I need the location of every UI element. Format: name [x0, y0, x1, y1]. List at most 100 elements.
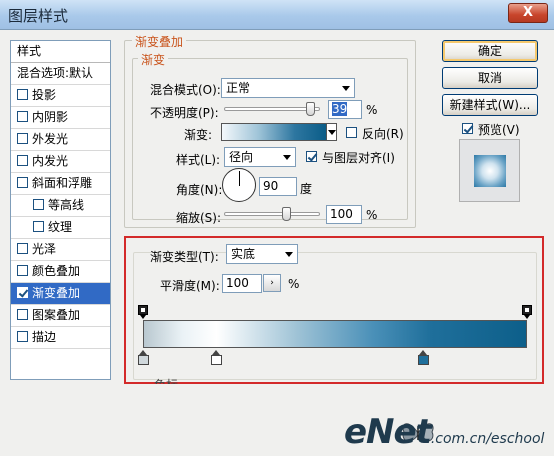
watermark-brand: eNet — [344, 412, 432, 452]
gradient-bar[interactable] — [143, 320, 527, 348]
styles-list-item-label: 渐变叠加 — [32, 286, 81, 300]
style-preview-swatch — [474, 155, 506, 187]
blend-mode-select[interactable]: 正常 — [221, 78, 355, 98]
style-enable-checkbox[interactable] — [17, 331, 28, 342]
styles-list-item[interactable]: 颜色叠加 — [11, 261, 110, 283]
scale-unit: % — [366, 208, 378, 222]
align-layer-checkbox[interactable] — [306, 151, 317, 162]
scale-input[interactable]: 100 — [326, 205, 362, 224]
smoothness-stepper[interactable]: › — [263, 274, 281, 292]
smoothness-input[interactable]: 100 — [222, 274, 262, 293]
style-enable-checkbox[interactable] — [17, 309, 28, 320]
style-enable-checkbox[interactable] — [17, 287, 28, 298]
color-stop[interactable] — [418, 350, 430, 365]
watermark: eNet.com.cn/eschool — [344, 412, 544, 452]
scale-label: 缩放(S): — [176, 211, 222, 225]
angle-dial[interactable] — [222, 168, 256, 202]
opacity-value: 39 — [332, 102, 348, 116]
style-enable-checkbox[interactable] — [17, 111, 28, 122]
styles-list-item[interactable]: 等高线 — [11, 195, 110, 217]
gradient-subgroup-title: 渐变 — [138, 51, 169, 68]
styles-list-item[interactable]: 图案叠加 — [11, 305, 110, 327]
align-layer-label: 与图层对齐(I) — [322, 151, 395, 165]
color-stop[interactable] — [138, 350, 149, 365]
styles-list: 样式 混合选项:默认投影内阴影外发光内发光斜面和浮雕等高线纹理光泽颜色叠加渐变叠… — [10, 40, 111, 380]
gradient-label: 渐变: — [184, 128, 213, 142]
style-enable-checkbox[interactable] — [33, 199, 44, 210]
styles-list-item-label: 颜色叠加 — [32, 264, 81, 278]
preview-checkbox[interactable] — [462, 123, 473, 134]
styles-list-item[interactable]: 斜面和浮雕 — [11, 173, 110, 195]
style-enable-checkbox[interactable] — [33, 221, 44, 232]
opacity-input[interactable]: 39 — [328, 100, 362, 119]
watermark-suffix: .com.cn/eschool — [430, 431, 545, 447]
styles-list-item-label: 混合选项:默认 — [17, 66, 94, 80]
style-select[interactable]: 径向 — [224, 147, 296, 167]
opacity-stop[interactable] — [522, 305, 532, 319]
dialog-panel: 样式 混合选项:默认 投影 内阴影 外发光 内发光 斜面和浮雕 等高线 纹理 光泽 颜色叠加 渐变叠… — [0, 30, 554, 456]
gradient-type-value: 实底 — [231, 247, 256, 261]
angle-unit: 度 — [300, 182, 313, 196]
styles-list-item[interactable]: 渐变叠加 — [11, 283, 110, 305]
angle-label: 角度(N): — [176, 183, 223, 197]
styles-list-items: 混合选项:默认投影内阴影外发光内发光斜面和浮雕等高线纹理光泽颜色叠加渐变叠加图案… — [11, 63, 110, 349]
styles-list-item-label: 光泽 — [32, 242, 57, 256]
scale-value: 100 — [330, 207, 353, 221]
styles-list-header[interactable]: 样式 — [11, 41, 110, 63]
styles-list-item[interactable]: 外发光 — [11, 129, 110, 151]
scale-slider[interactable] — [224, 212, 320, 216]
chevron-down-icon — [285, 252, 293, 257]
angle-value: 90 — [263, 179, 279, 193]
styles-list-item[interactable]: 内发光 — [11, 151, 110, 173]
styles-list-item[interactable]: 混合选项:默认 — [11, 63, 110, 85]
opacity-label: 不透明度(P): — [150, 106, 219, 120]
styles-list-item[interactable]: 光泽 — [11, 239, 110, 261]
styles-list-item[interactable]: 描边 — [11, 327, 110, 349]
styles-list-item-label: 内发光 — [32, 154, 69, 168]
gradient-picker-chevron-icon[interactable] — [326, 123, 337, 141]
styles-list-item-label: 纹理 — [48, 220, 73, 234]
smoothness-unit: % — [288, 277, 300, 291]
angle-input[interactable]: 90 — [259, 177, 297, 196]
opacity-slider-thumb[interactable] — [306, 102, 316, 116]
styles-list-item-label: 图案叠加 — [32, 308, 81, 322]
window-title: 图层样式 — [8, 7, 69, 25]
styles-list-item-label: 外发光 — [32, 132, 69, 146]
scale-slider-thumb[interactable] — [281, 207, 291, 221]
style-preview — [459, 139, 520, 202]
chevron-down-icon — [283, 155, 291, 160]
reverse-checkbox[interactable] — [346, 127, 357, 138]
style-enable-checkbox[interactable] — [17, 177, 28, 188]
ok-button[interactable]: 确定 — [442, 40, 538, 62]
style-enable-checkbox[interactable] — [17, 155, 28, 166]
title-bar: 图层样式 X — [0, 0, 554, 30]
gradient-overlay-title: 渐变叠加 — [132, 33, 187, 50]
styles-list-item[interactable]: 投影 — [11, 85, 110, 107]
color-stop[interactable] — [210, 350, 222, 365]
style-label: 样式(L): — [176, 153, 221, 167]
smoothness-value: 100 — [226, 276, 249, 290]
opacity-unit: % — [366, 103, 378, 117]
new-style-button[interactable]: 新建样式(W)... — [442, 94, 538, 116]
gradient-swatch[interactable] — [221, 123, 327, 141]
styles-list-item-label: 等高线 — [48, 198, 85, 212]
blend-mode-value: 正常 — [226, 81, 251, 95]
styles-list-item[interactable]: 纹理 — [11, 217, 110, 239]
smoothness-label: 平滑度(M): — [160, 279, 220, 293]
chevron-down-icon — [342, 86, 350, 91]
gradient-type-select[interactable]: 实底 — [226, 244, 298, 264]
cancel-button[interactable]: 取消 — [442, 67, 538, 89]
close-button[interactable]: X — [508, 3, 548, 23]
preview-label: 预览(V) — [478, 123, 520, 137]
blend-mode-label: 混合模式(O): — [150, 83, 221, 97]
style-enable-checkbox[interactable] — [17, 243, 28, 254]
styles-list-item-label: 内阴影 — [32, 110, 69, 124]
style-enable-checkbox[interactable] — [17, 89, 28, 100]
style-enable-checkbox[interactable] — [17, 133, 28, 144]
style-value: 径向 — [229, 150, 254, 164]
reverse-label: 反向(R) — [362, 127, 404, 141]
gradient-type-label: 渐变类型(T): — [150, 250, 219, 264]
styles-list-item[interactable]: 内阴影 — [11, 107, 110, 129]
style-enable-checkbox[interactable] — [17, 265, 28, 276]
opacity-stop[interactable] — [138, 305, 148, 319]
